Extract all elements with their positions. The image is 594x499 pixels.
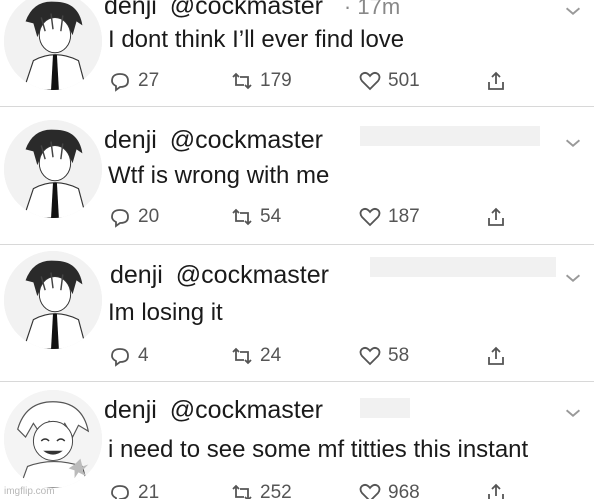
tweet-actions: 27 179 501 (108, 68, 508, 94)
reply-icon (108, 205, 132, 229)
chainsaw-man-happy-avatar-icon[interactable] (4, 390, 102, 488)
share-button[interactable] (484, 68, 508, 94)
tweet-text: i need to see some mf titties this insta… (108, 436, 529, 463)
retweet-icon (230, 205, 254, 229)
tweet-actions: 21 252 968 (108, 480, 508, 499)
reply-icon (108, 344, 132, 368)
reply-count: 4 (138, 345, 149, 366)
reply-count: 20 (138, 206, 160, 227)
reply-button[interactable]: 27 (108, 68, 159, 94)
like-count: 501 (388, 70, 420, 91)
retweet-icon (230, 69, 254, 93)
share-icon (484, 344, 508, 368)
reply-count: 21 (138, 482, 160, 499)
tweet-text: I dont think I’ll ever find love (108, 26, 405, 53)
reply-icon (108, 481, 132, 499)
share-button[interactable] (484, 204, 508, 230)
redacted-area (360, 398, 410, 418)
like-count: 187 (388, 206, 420, 227)
reply-button[interactable]: 21 (108, 480, 159, 499)
user-handle[interactable]: @cockmaster (170, 126, 323, 154)
like-button[interactable]: 58 (358, 343, 409, 369)
heart-icon (358, 481, 382, 499)
chainsaw-man-manga-avatar-icon[interactable] (4, 120, 102, 218)
tweet-card[interactable]: denji @cockmaster i need to see some mf … (0, 384, 594, 499)
retweet-count: 252 (260, 482, 292, 499)
redacted-area (370, 257, 556, 277)
user-handle[interactable]: @cockmaster (170, 396, 323, 424)
heart-icon (358, 69, 382, 93)
like-count: 968 (388, 482, 420, 499)
tweet-card[interactable]: denji @cockmaster Wtf is wrong with me 2… (0, 108, 594, 245)
tweet-header: denji @cockmaster (110, 261, 329, 290)
chainsaw-man-manga-avatar-icon[interactable] (4, 0, 102, 90)
reply-button[interactable]: 20 (108, 204, 159, 230)
display-name[interactable]: denji (104, 126, 157, 154)
retweet-button[interactable]: 179 (230, 68, 292, 94)
reply-icon (108, 69, 132, 93)
retweet-button[interactable]: 24 (230, 343, 281, 369)
retweet-icon (230, 344, 254, 368)
share-icon (484, 205, 508, 229)
retweet-icon (230, 481, 254, 499)
tweet-header: denji @cockmaster · 17m (104, 0, 400, 21)
display-name[interactable]: denji (104, 396, 157, 424)
reply-button[interactable]: 4 (108, 343, 149, 369)
heart-icon (358, 205, 382, 229)
chainsaw-man-manga-avatar-icon[interactable] (4, 251, 102, 349)
like-button[interactable]: 187 (358, 204, 420, 230)
share-icon (484, 481, 508, 499)
heart-icon (358, 344, 382, 368)
share-button[interactable] (484, 343, 508, 369)
display-name[interactable]: denji (104, 0, 157, 20)
like-button[interactable]: 501 (358, 68, 420, 94)
tweet-actions: 4 24 58 (108, 343, 508, 369)
retweet-count: 54 (260, 206, 282, 227)
like-button[interactable]: 968 (358, 480, 420, 499)
tweet-header: denji @cockmaster (104, 396, 323, 425)
display-name[interactable]: denji (110, 261, 163, 289)
tweet-timestamp[interactable]: · 17m (344, 0, 400, 19)
share-button[interactable] (484, 480, 508, 499)
tweet-card[interactable]: denji @cockmaster · 17m I dont think I’l… (0, 0, 594, 107)
tweet-text: Wtf is wrong with me (108, 162, 330, 189)
retweet-button[interactable]: 54 (230, 204, 281, 230)
chevron-down-icon[interactable] (562, 267, 584, 289)
chevron-down-icon[interactable] (562, 0, 584, 22)
retweet-count: 24 (260, 345, 282, 366)
share-icon (484, 69, 508, 93)
like-count: 58 (388, 345, 410, 366)
retweet-button[interactable]: 252 (230, 480, 292, 499)
tweet-header: denji @cockmaster (104, 126, 323, 155)
chevron-down-icon[interactable] (562, 132, 584, 154)
tweet-card[interactable]: denji @cockmaster Im losing it 4 24 58 (0, 245, 594, 382)
tweet-actions: 20 54 187 (108, 204, 508, 230)
chevron-down-icon[interactable] (562, 402, 584, 424)
reply-count: 27 (138, 70, 160, 91)
user-handle[interactable]: @cockmaster (170, 0, 323, 20)
watermark: imgflip.com (4, 486, 55, 497)
retweet-count: 179 (260, 70, 292, 91)
tweet-text: Im losing it (108, 299, 223, 326)
tweet-feed: denji @cockmaster · 17m I dont think I’l… (0, 0, 594, 499)
redacted-area (360, 126, 540, 146)
user-handle[interactable]: @cockmaster (176, 261, 329, 289)
